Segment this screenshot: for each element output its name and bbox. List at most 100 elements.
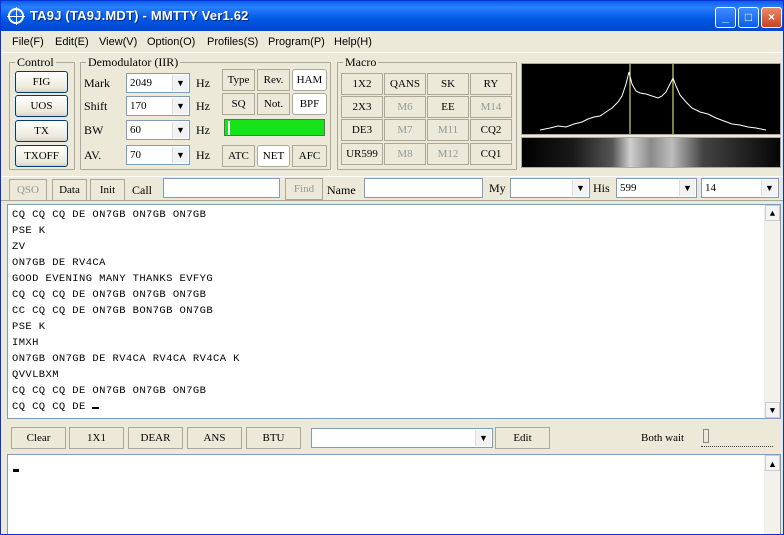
name-input[interactable]	[364, 178, 483, 198]
my-label: My	[489, 181, 506, 195]
dear-button[interactable]: DEAR	[128, 427, 183, 449]
ham-button[interactable]: HAM	[292, 69, 327, 91]
macro-cq2[interactable]: CQ2	[470, 119, 512, 141]
minimize-button[interactable]: _	[715, 7, 736, 28]
ans-button[interactable]: ANS	[187, 427, 242, 449]
my-select[interactable]: ▼	[510, 178, 590, 198]
rx-line: CQ CQ CQ DE ON7GB ON7GB ON7GB	[12, 289, 207, 301]
scroll-down-icon[interactable]: ▼	[765, 402, 780, 418]
bw-select[interactable]: 60 ▼	[126, 120, 190, 140]
macro-m12[interactable]: M12	[427, 143, 469, 165]
menu-option[interactable]: Option(O)	[147, 36, 195, 48]
chevron-down-icon[interactable]: ▼	[761, 180, 777, 196]
scroll-up-icon[interactable]: ▲	[765, 455, 780, 471]
name-label: Name	[327, 183, 356, 197]
receive-scrollbar[interactable]: ▲ ▼	[764, 205, 780, 418]
macro-m14[interactable]: M14	[470, 96, 512, 118]
macro-cq1[interactable]: CQ1	[470, 143, 512, 165]
shift-label: Shift	[84, 99, 108, 113]
scroll-up-icon[interactable]: ▲	[765, 205, 780, 221]
macro-2x3[interactable]: 2X3	[341, 96, 383, 118]
uos-button[interactable]: UOS	[15, 95, 68, 117]
title-bar[interactable]: TA9J (TA9J.MDT) - MMTTY Ver1.62 _ □ ×	[1, 1, 783, 31]
rx-line: QVVLBXM	[12, 369, 59, 381]
tuning-indicator	[224, 119, 325, 136]
macro-sk[interactable]: SK	[427, 73, 469, 95]
sq-button[interactable]: SQ	[222, 93, 255, 115]
menu-profiles[interactable]: Profiles(S)	[207, 36, 258, 48]
macro-ry[interactable]: RY	[470, 73, 512, 95]
afc-button[interactable]: AFC	[292, 145, 327, 167]
av-select[interactable]: 70 ▼	[126, 145, 190, 165]
chevron-down-icon[interactable]: ▼	[679, 180, 695, 196]
edit-button[interactable]: Edit	[495, 427, 550, 449]
macro-ee[interactable]: EE	[427, 96, 469, 118]
menu-edit[interactable]: Edit(E)	[55, 36, 89, 48]
1x1-button[interactable]: 1X1	[69, 427, 124, 449]
chevron-down-icon[interactable]: ▼	[172, 98, 188, 114]
menu-file[interactable]: File(F)	[12, 36, 44, 48]
chevron-down-icon[interactable]: ▼	[475, 430, 491, 446]
notch-button[interactable]: Not.	[257, 93, 290, 115]
macro-m11[interactable]: M11	[427, 119, 469, 141]
close-button[interactable]: ×	[761, 7, 782, 28]
btu-button[interactable]: BTU	[246, 427, 301, 449]
his-select[interactable]: 599 ▼	[616, 178, 697, 198]
receive-text-area[interactable]: CQ CQ CQ DE ON7GB ON7GB ON7GB PSE K ZV O…	[7, 204, 781, 419]
menu-help[interactable]: Help(H)	[334, 36, 372, 48]
menu-program[interactable]: Program(P)	[268, 36, 325, 48]
maximize-button[interactable]: □	[738, 7, 759, 28]
extra-select[interactable]: 14 ▼	[701, 178, 779, 198]
macro-select[interactable]: ▼	[311, 428, 493, 448]
menu-view[interactable]: View(V)	[99, 36, 137, 48]
chevron-down-icon[interactable]: ▼	[572, 180, 588, 196]
av-unit: Hz	[196, 148, 210, 162]
fig-button[interactable]: FIG	[15, 71, 68, 93]
macro-m6[interactable]: M6	[384, 96, 426, 118]
wait-slider[interactable]	[701, 429, 773, 447]
macro-ur599[interactable]: UR599	[341, 143, 383, 165]
waterfall-display[interactable]	[521, 137, 781, 168]
extra-value: 14	[705, 182, 716, 194]
transmit-scrollbar[interactable]: ▲	[764, 455, 780, 534]
macro-m7[interactable]: M7	[384, 119, 426, 141]
transmit-text-area[interactable]: ▲	[7, 454, 781, 534]
rx-line: ON7GB DE RV4CA	[12, 257, 106, 269]
macro-qans[interactable]: QANS	[384, 73, 426, 95]
call-input[interactable]	[163, 178, 280, 198]
chevron-down-icon[interactable]: ▼	[172, 147, 188, 163]
qso-button[interactable]: QSO	[9, 179, 47, 201]
rev-button[interactable]: Rev.	[257, 69, 290, 91]
rx-line-current: CQ CQ CQ DE	[12, 401, 100, 413]
init-button[interactable]: Init	[90, 179, 125, 201]
text-cursor	[13, 469, 19, 472]
both-wait-label: Both wait	[641, 432, 685, 444]
bw-unit: Hz	[196, 123, 210, 137]
net-button[interactable]: NET	[257, 145, 290, 167]
shift-select[interactable]: 170 ▼	[126, 96, 190, 116]
txoff-button[interactable]: TXOFF	[15, 145, 68, 167]
mark-select[interactable]: 2049 ▼	[126, 73, 190, 93]
bpf-button[interactable]: BPF	[292, 93, 327, 115]
macro-legend: Macro	[343, 55, 379, 70]
bw-label: BW	[84, 123, 104, 137]
spectrum-trace	[539, 71, 767, 131]
tx-button[interactable]: TX	[15, 120, 68, 142]
chevron-down-icon[interactable]: ▼	[172, 122, 188, 138]
av-value: 70	[130, 149, 141, 161]
macro-m8[interactable]: M8	[384, 143, 426, 165]
type-button[interactable]: Type	[222, 69, 255, 91]
bw-value: 60	[130, 124, 141, 136]
atc-button[interactable]: ATC	[222, 145, 255, 167]
control-legend: Control	[15, 55, 56, 70]
clear-button[interactable]: Clear	[11, 427, 66, 449]
rx-line: GOOD EVENING MANY THANKS EVFYG	[12, 273, 214, 285]
rx-line-text: CQ CQ CQ DE	[12, 401, 93, 413]
macro-de3[interactable]: DE3	[341, 119, 383, 141]
macro-1x2[interactable]: 1X2	[341, 73, 383, 95]
find-button[interactable]: Find	[285, 178, 323, 200]
slider-thumb[interactable]	[703, 429, 709, 443]
spectrum-display[interactable]	[521, 63, 781, 135]
chevron-down-icon[interactable]: ▼	[172, 75, 188, 91]
data-button[interactable]: Data	[52, 179, 87, 201]
